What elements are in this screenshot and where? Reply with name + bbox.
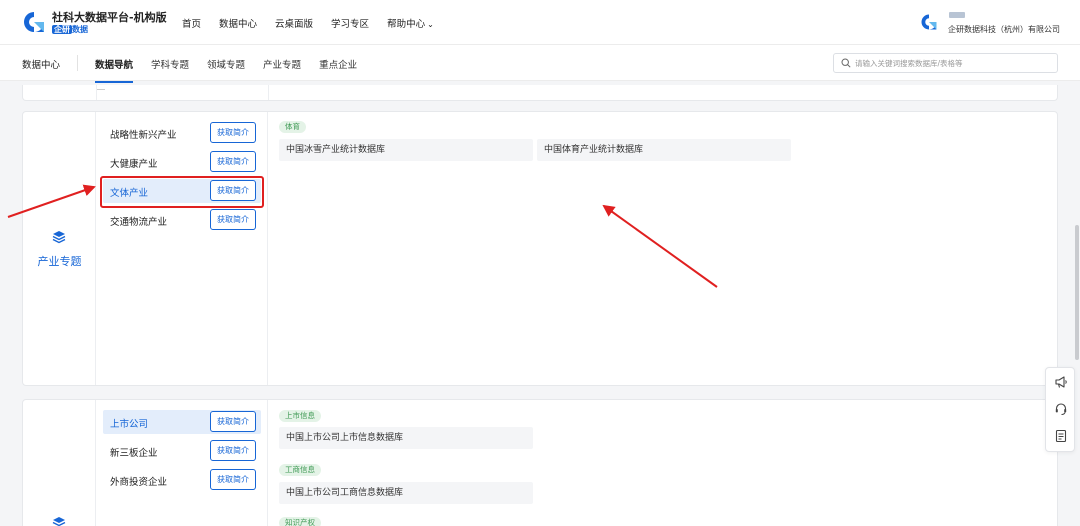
get-intro-button[interactable]: 获取简介 xyxy=(210,411,256,432)
brand-tag-suffix: 数据 xyxy=(72,25,88,34)
subnav-divider xyxy=(77,55,78,71)
subcategory-culture-sports[interactable]: 文体产业 获取简介 xyxy=(103,179,261,203)
database-item[interactable]: 中国上市公司工商信息数据库 xyxy=(279,482,533,504)
get-intro-button[interactable]: 获取简介 xyxy=(210,469,256,490)
database-area: 上市信息 中国上市公司上市信息数据库 工商信息 中国上市公司工商信息数据库 知识… xyxy=(269,400,1057,526)
get-intro-button[interactable]: 获取简介 xyxy=(210,209,256,230)
search-icon xyxy=(841,58,851,68)
document-icon[interactable] xyxy=(1054,429,1068,443)
search-box[interactable] xyxy=(833,53,1058,73)
tab-key-enterprises[interactable]: 重点企业 xyxy=(319,57,357,71)
group-tag: 工商信息 xyxy=(279,464,321,476)
nav-help-label: 帮助中心 xyxy=(387,19,426,30)
previous-card xyxy=(22,85,1058,101)
tab-industry-topics[interactable]: 产业专题 xyxy=(263,57,301,71)
brand-subtitle: 企研 数据 xyxy=(52,24,88,35)
key-enterprise-card: 上市公司 获取简介 新三板企业 获取简介 外商投资企业 获取简介 上市信息 中国… xyxy=(22,399,1058,526)
database-item[interactable]: 中国上市公司上市信息数据库 xyxy=(279,427,533,449)
database-item[interactable]: 中国冰雪产业统计数据库 xyxy=(279,139,533,161)
top-nav: 首页 数据中心 云桌面版 学习专区 帮助中心 ⌄ xyxy=(182,16,434,30)
category-column xyxy=(23,400,96,526)
database-area: 体育 中国冰雪产业统计数据库 中国体育产业统计数据库 xyxy=(269,112,1057,385)
subnav-data-center[interactable]: 数据中心 xyxy=(22,57,60,71)
subcategory-name: 文体产业 xyxy=(110,188,149,199)
category-column: 产业专题 xyxy=(23,112,96,385)
headset-icon[interactable] xyxy=(1054,402,1068,416)
user-avatar-icon[interactable] xyxy=(920,13,938,31)
floating-toolbar xyxy=(1045,367,1075,452)
subcategory-strategic-emerging[interactable]: 战略性新兴产业 获取简介 xyxy=(103,121,261,145)
column-divider xyxy=(96,85,97,100)
layers-icon xyxy=(52,517,66,526)
subcategory-health[interactable]: 大健康产业 获取简介 xyxy=(103,150,261,174)
column-divider xyxy=(268,85,269,100)
tab-data-navigation[interactable]: 数据导航 xyxy=(95,57,134,83)
subcategory-foreign-invested[interactable]: 外商投资企业 获取简介 xyxy=(103,468,261,492)
category-label: 产业专题 xyxy=(37,255,82,268)
subcategory-name: 战略性新兴产业 xyxy=(110,130,177,141)
page-scrollbar[interactable] xyxy=(1075,225,1079,360)
brand-title: 社科大数据平台-机构版 xyxy=(52,11,167,24)
subcategory-name: 交通物流产业 xyxy=(110,217,168,228)
layers-icon xyxy=(52,231,66,244)
megaphone-icon[interactable] xyxy=(1054,375,1068,389)
tab-field-topics[interactable]: 领域专题 xyxy=(207,57,245,71)
subcategory-neeq[interactable]: 新三板企业 获取简介 xyxy=(103,439,261,463)
group-tag: 上市信息 xyxy=(279,410,321,422)
subcategory-name: 新三板企业 xyxy=(110,448,158,459)
subcategory-name: 外商投资企业 xyxy=(110,477,168,488)
user-name-redacted xyxy=(949,12,965,18)
get-intro-button[interactable]: 获取简介 xyxy=(210,440,256,461)
get-intro-button[interactable]: 获取简介 xyxy=(210,180,256,201)
nav-data-center[interactable]: 数据中心 xyxy=(219,16,257,30)
brand-logo-icon[interactable] xyxy=(22,10,46,34)
nav-cloud-desktop[interactable]: 云桌面版 xyxy=(275,16,313,30)
nav-learning[interactable]: 学习专区 xyxy=(331,16,369,30)
industry-topic-card: 产业专题 战略性新兴产业 获取简介 大健康产业 获取简介 文体产业 获取简介 交… xyxy=(22,111,1058,386)
user-company: 企研数据科技（杭州）有限公司 xyxy=(948,25,1060,34)
tab-discipline-topics[interactable]: 学科专题 xyxy=(151,57,189,71)
database-item[interactable]: 中国体育产业统计数据库 xyxy=(537,139,791,161)
subcategory-column: 战略性新兴产业 获取简介 大健康产业 获取简介 文体产业 获取简介 交通物流产业… xyxy=(96,112,268,385)
subcategory-name: 大健康产业 xyxy=(110,159,158,170)
subcategory-transport-logistics[interactable]: 交通物流产业 获取简介 xyxy=(103,208,261,232)
search-input[interactable] xyxy=(855,56,1053,70)
subcategory-name: 上市公司 xyxy=(110,419,149,430)
group-tag: 知识产权 xyxy=(279,517,321,526)
top-header: 社科大数据平台-机构版 企研 数据 首页 数据中心 云桌面版 学习专区 帮助中心 ⌄… xyxy=(0,0,1080,45)
brand-tag: 企研 xyxy=(52,25,72,34)
chevron-down-icon: ⌄ xyxy=(427,20,434,29)
get-intro-button[interactable]: 获取简介 xyxy=(210,151,256,172)
subcategory-listed-companies[interactable]: 上市公司 获取简介 xyxy=(103,410,261,434)
nav-home[interactable]: 首页 xyxy=(182,16,201,30)
nav-help-center[interactable]: 帮助中心 ⌄ xyxy=(387,16,434,30)
get-intro-button[interactable]: 获取简介 xyxy=(210,122,256,143)
group-tag-sports: 体育 xyxy=(279,121,306,133)
subnav-tabs: 数据导航 学科专题 领域专题 产业专题 重点企业 xyxy=(95,57,357,83)
divider-tick xyxy=(97,89,105,90)
subcategory-column: 上市公司 获取简介 新三板企业 获取简介 外商投资企业 获取简介 xyxy=(96,400,268,526)
